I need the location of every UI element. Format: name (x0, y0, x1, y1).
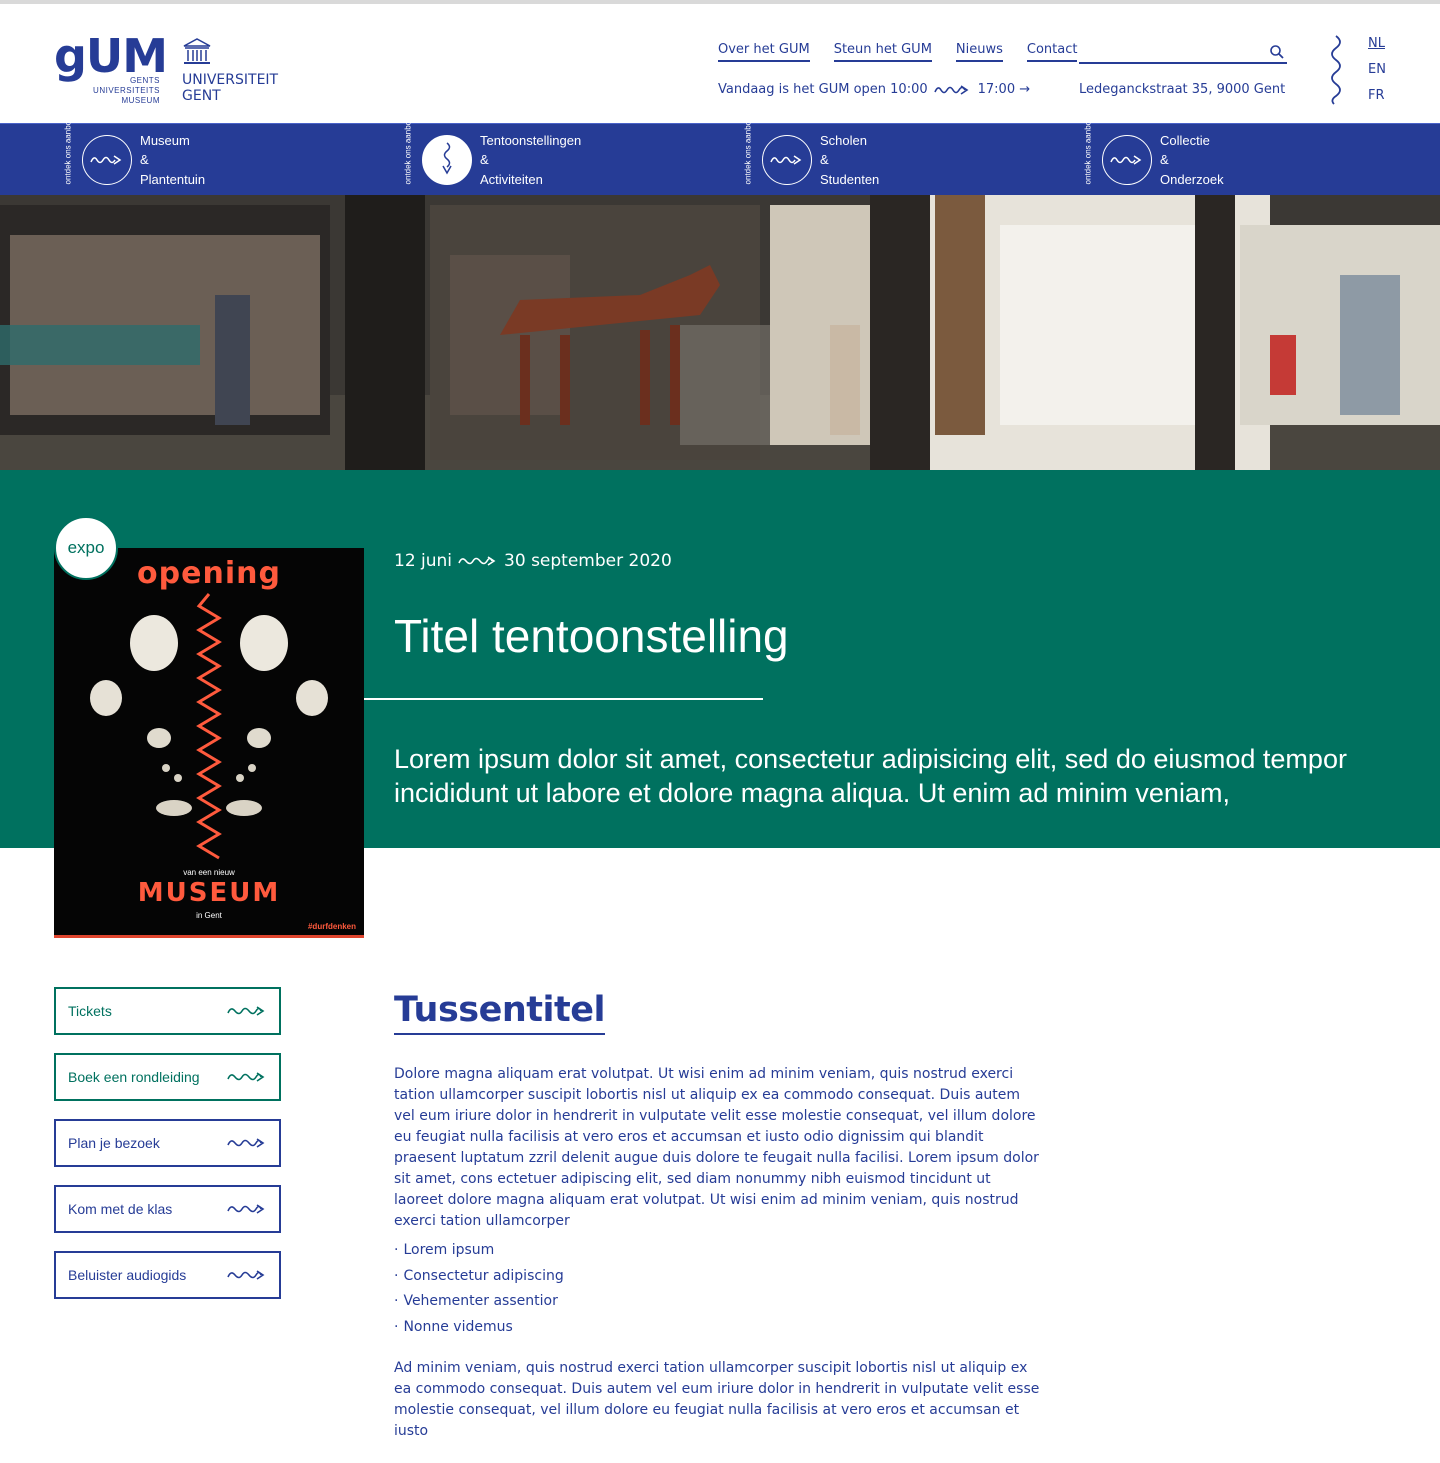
exhibition-dates: 12 juni 30 september 2020 (394, 551, 672, 571)
list-item: Consectetur adipiscing (394, 1264, 563, 1290)
section-subtitle: Tussentitel (394, 990, 605, 1035)
address: Ledeganckstraat 35, 9000 Gent (1079, 82, 1286, 97)
wave-arrow-icon (227, 1204, 265, 1214)
wave-arrow-icon (762, 135, 812, 185)
body-paragraph: Ad minim veniam, quis nostrud exerci tat… (394, 1360, 1040, 1439)
gum-logo[interactable]: gUM GENTS UNIVERSITEITS MUSEUM (54, 29, 168, 106)
category-label: Scholen & Studenten (820, 132, 880, 187)
wave-arrow-icon (82, 135, 132, 185)
divider (364, 698, 763, 700)
gum-logo-word: gUM (54, 29, 168, 83)
exhibition-date-start: 12 juni (394, 551, 453, 571)
exhibition-lead: Lorem ipsum dolor sit amet, consectetur … (394, 744, 1347, 808)
button-label: Beluister audiogids (68, 1267, 187, 1283)
category-museum[interactable]: ontdek ons aanbod Museum & Plantentuin (56, 116, 206, 196)
poster-main-word: MUSEUM (137, 878, 281, 908)
nav-steun-het-gum[interactable]: Steun het GUM (833, 42, 932, 62)
class-visit-button[interactable]: Kom met de klas (54, 1185, 281, 1233)
button-label: Tickets (68, 1003, 112, 1019)
poster-hashtag: #durfdenken (307, 922, 356, 931)
expo-badge: expo (54, 516, 118, 580)
category-vertical-label: ontdek ons aanbod (403, 116, 413, 185)
hero-image (0, 195, 1440, 470)
wave-arrow-icon (458, 556, 496, 566)
list-item: Lorem ipsum (394, 1238, 564, 1264)
list-item: Nonne videmus (394, 1315, 564, 1341)
button-label: Boek een rondleiding (68, 1069, 200, 1085)
audioguide-button[interactable]: Beluister audiogids (54, 1251, 281, 1299)
search-box (1079, 42, 1287, 64)
category-bar: ontdek ons aanbod Museum & Plantentuin o… (0, 116, 1440, 196)
lang-fr[interactable]: FR (1368, 88, 1386, 103)
nav-over-het-gum[interactable]: Over het GUM (718, 42, 810, 62)
nav-contact[interactable]: Contact (1026, 42, 1078, 62)
wave-arrow-icon (227, 1270, 265, 1280)
exhibition-date-end: 30 september 2020 (504, 551, 672, 571)
category-tentoonstellingen[interactable]: ontdek ons aanbod Tentoonstellingen & Ac… (396, 116, 582, 196)
opening-hours-start: Vandaag is het GUM open 10:00 (718, 82, 928, 97)
search-input[interactable] (1079, 42, 1264, 62)
category-scholen[interactable]: ontdek ons aanbod Scholen & Studenten (736, 116, 880, 196)
nav-nieuws[interactable]: Nieuws (955, 42, 1003, 62)
wave-down-icon (422, 135, 472, 185)
university-building-icon (183, 38, 211, 64)
category-label: Museum & Plantentuin (140, 132, 206, 187)
poster-subline: van een nieuw (183, 868, 235, 877)
opening-hours-end[interactable]: 17:00 → (978, 82, 1031, 97)
skull-artwork-illustration (90, 593, 328, 860)
lang-en[interactable]: EN (1368, 62, 1386, 77)
gum-logo-subtitle: GENTS UNIVERSITEITS MUSEUM (93, 76, 160, 105)
exhibition-poster: opening van een nieuw MUSEUM in Gent #du… (54, 548, 364, 938)
vertical-squiggle-icon (1331, 35, 1341, 105)
tickets-button[interactable]: Tickets (54, 987, 281, 1035)
wave-arrow-icon (933, 84, 969, 95)
button-label: Kom met de klas (68, 1201, 173, 1217)
plan-visit-button[interactable]: Plan je bezoek (54, 1119, 281, 1167)
opening-hours: Vandaag is het GUM open 10:00 17:00 → (718, 82, 1030, 97)
book-tour-button[interactable]: Boek een rondleiding (54, 1053, 281, 1101)
category-label: Collectie & Onderzoek (1160, 132, 1224, 187)
wave-arrow-icon (227, 1072, 265, 1082)
top-navigation: Over het GUM Steun het GUM Nieuws Contac… (718, 42, 1078, 62)
exhibition-title: Titel tentoonstelling (394, 610, 789, 662)
category-collectie[interactable]: ontdek ons aanbod Collectie & Onderzoek (1076, 116, 1224, 196)
wave-arrow-icon (1102, 135, 1152, 185)
ugent-logo-text: UNIVERSITEIT GENT (182, 72, 279, 104)
wave-arrow-icon (227, 1138, 265, 1148)
body-paragraph: Dolore magna aliquam erat volutpat. Ut w… (394, 1066, 1039, 1229)
category-vertical-label: ontdek ons aanbod (743, 116, 753, 185)
site-header: gUM GENTS UNIVERSITEITS MUSEUM UNIVERSIT… (0, 4, 1440, 123)
wave-arrow-icon (227, 1006, 265, 1016)
poster-city: in Gent (196, 911, 222, 920)
category-vertical-label: ontdek ons aanbod (63, 116, 73, 185)
search-icon[interactable] (1269, 44, 1285, 60)
museum-interior-illustration (0, 195, 1440, 470)
button-label: Plan je bezoek (68, 1135, 160, 1151)
list-item: Vehementer assentior (394, 1289, 564, 1315)
language-switcher: NL EN FR (1368, 36, 1386, 103)
category-label: Tentoonstellingen & Activiteiten (480, 132, 582, 187)
bullet-list: Lorem ipsum Consectetur adipiscing Vehem… (394, 1238, 564, 1341)
lang-nl[interactable]: NL (1368, 36, 1386, 51)
ugent-logo[interactable]: UNIVERSITEIT GENT (182, 38, 282, 108)
category-vertical-label: ontdek ons aanbod (1083, 116, 1093, 185)
